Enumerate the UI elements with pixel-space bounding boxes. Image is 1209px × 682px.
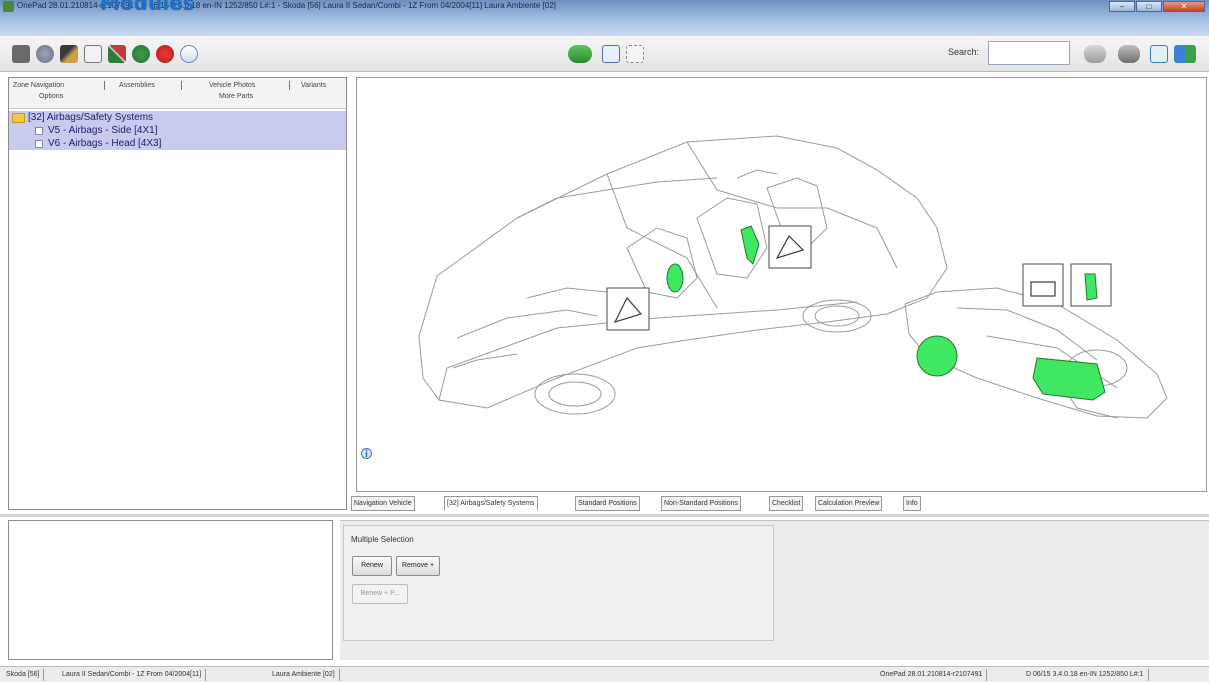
navigation-tabs: Zone Navigation Assemblies Vehicle Photo… — [9, 78, 346, 109]
remove-button[interactable]: Remove + — [396, 556, 440, 576]
globe-icon[interactable] — [36, 45, 54, 63]
folder-icon — [12, 113, 25, 123]
main-toolbar: Search: — [0, 36, 1209, 72]
tab-assemblies[interactable]: Assemblies — [119, 82, 155, 89]
fit-view-icon[interactable] — [626, 45, 644, 63]
action-panel: Multiple Selection Renew Remove + Renew … — [340, 520, 1209, 660]
exit-icon[interactable] — [1174, 45, 1196, 63]
renew-button[interactable]: Renew — [352, 556, 392, 576]
next-icon[interactable] — [1118, 45, 1140, 63]
multiple-selection-group: Multiple Selection Renew Remove + Renew … — [343, 525, 774, 641]
search-label: Search: — [948, 47, 980, 57]
status-trim: Laura Ambiente [02] — [268, 669, 340, 681]
status-version: OnePad 28.01.210814-r2107491 — [876, 669, 988, 681]
tree-root-item[interactable]: [32] Airbags/Safety Systems — [9, 111, 346, 124]
tab-navigation-vehicle[interactable]: Navigation Vehicle — [351, 496, 415, 511]
info-icon[interactable] — [361, 447, 372, 460]
app-icon — [3, 1, 14, 12]
tree-item-side-airbags[interactable]: V5 - Airbags - Side [4X1] — [9, 124, 346, 137]
wrench-red-icon[interactable] — [156, 45, 174, 63]
tab-options[interactable]: Options — [39, 93, 63, 100]
tab-zone-navigation[interactable]: Zone Navigation — [13, 82, 64, 89]
tree-root-label: [32] Airbags/Safety Systems — [28, 112, 154, 123]
tools-icon[interactable] — [60, 45, 78, 63]
status-bar: Skoda [56] Laura II Sedan/Combi - 1Z Fro… — [0, 666, 1209, 682]
parts-tree: [32] Airbags/Safety Systems V5 - Airbags… — [9, 111, 346, 150]
detail-panel — [8, 520, 333, 660]
tab-more-parts[interactable]: More Parts — [219, 93, 253, 100]
window-icon[interactable] — [1150, 45, 1168, 63]
vehicle-diagram[interactable] — [357, 78, 1207, 492]
save-icon[interactable] — [12, 45, 30, 63]
zoom-window-icon[interactable] — [602, 45, 620, 63]
status-database: D 06/15 3.4.0.18 en-IN 1252/850 L#:1 — [1022, 669, 1149, 681]
close-button[interactable]: ✕ — [1163, 1, 1205, 12]
eye-icon[interactable] — [132, 45, 150, 63]
tab-calculation-preview[interactable]: Calculation Preview — [815, 496, 883, 511]
vehicle-diagram-canvas[interactable] — [356, 77, 1207, 492]
navigation-panel: Zone Navigation Assemblies Vehicle Photo… — [8, 77, 347, 510]
pencil-icon[interactable] — [108, 45, 126, 63]
status-make: Skoda [56] — [2, 669, 45, 681]
tab-standard-positions[interactable]: Standard Positions — [575, 496, 640, 511]
checkbox-icon[interactable] — [35, 140, 43, 148]
tree-item-head-airbags[interactable]: V6 - Airbags - Head [4X3] — [9, 137, 346, 150]
multiple-selection-label: Multiple Selection — [351, 535, 414, 544]
tab-info[interactable]: Info — [903, 496, 921, 511]
minimize-button[interactable]: – — [1109, 1, 1135, 12]
tree-item-label: V6 - Airbags - Head [4X3] — [48, 138, 162, 149]
tab-vehicle-photos[interactable]: Vehicle Photos — [209, 82, 255, 89]
tab-airbags-safety-systems[interactable]: [32] Airbags/Safety Systems — [444, 496, 538, 511]
clipboard-icon[interactable] — [84, 45, 102, 63]
renew-p-button[interactable]: Renew + P... — [352, 584, 408, 604]
checkbox-icon[interactable] — [35, 127, 43, 135]
tree-item-label: V5 - Airbags - Side [4X1] — [48, 125, 158, 136]
tab-non-standard-positions[interactable]: Non-Standard Positions — [661, 496, 741, 511]
tab-variants[interactable]: Variants — [301, 82, 326, 89]
search-input[interactable] — [988, 41, 1070, 65]
previous-icon[interactable] — [1084, 45, 1106, 63]
tab-checklist[interactable]: Checklist — [769, 496, 804, 511]
panel-divider[interactable] — [0, 514, 1209, 517]
car-icon[interactable] — [568, 45, 592, 63]
status-model: Laura II Sedan/Combi - 1Z From 04/2004[1… — [58, 669, 207, 681]
maximize-button[interactable]: □ — [1136, 1, 1162, 12]
overlay-heading: Modules — [100, 0, 195, 15]
view-tabs: Navigation Vehicle [32] Airbags/Safety S… — [351, 496, 1207, 511]
info-download-icon[interactable] — [180, 45, 198, 63]
